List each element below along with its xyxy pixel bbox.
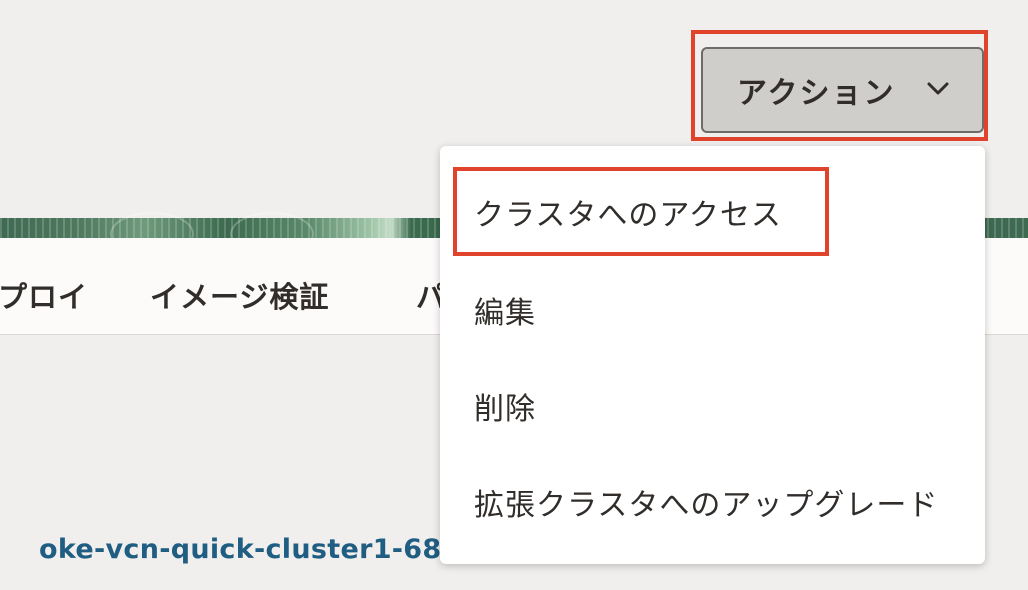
actions-highlight-box — [691, 30, 988, 141]
tab-image-verification[interactable]: イメージ検証 — [150, 274, 329, 316]
cluster-link[interactable]: oke-vcn-quick-cluster1-68 — [39, 534, 441, 565]
tab-deploy[interactable]: プロイ — [0, 274, 88, 316]
menu-item-upgrade-enhanced-cluster[interactable]: 拡張クラスタへのアップグレード — [474, 480, 938, 524]
menu-item-edit[interactable]: 編集 — [474, 288, 536, 332]
menu-item-delete[interactable]: 削除 — [474, 384, 536, 428]
menu-item-highlight-box — [453, 167, 829, 256]
